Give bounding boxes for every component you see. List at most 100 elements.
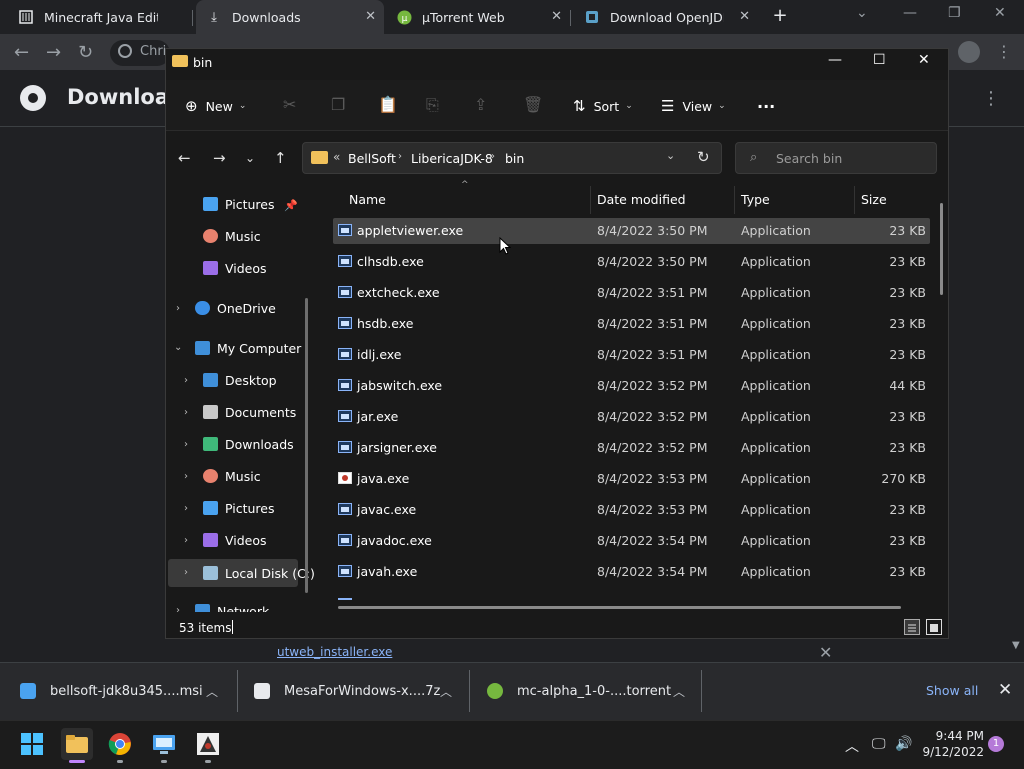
thumbnail-view-icon[interactable] bbox=[926, 619, 942, 635]
file-row[interactable]: javadoc.exe 8/4/2022 3:54 PM Application… bbox=[333, 528, 930, 554]
tab-openjdk[interactable]: Download OpenJDK bu ✕ bbox=[574, 0, 758, 34]
close-tab-icon[interactable]: ✕ bbox=[551, 9, 562, 24]
view-button[interactable]: ☰ View ⌄ bbox=[661, 97, 726, 115]
close-window-icon[interactable]: ✕ bbox=[994, 5, 1006, 21]
column-size[interactable]: Size bbox=[861, 192, 887, 207]
taskbar-file-explorer[interactable] bbox=[61, 728, 93, 760]
file-row[interactable]: jarsigner.exe 8/4/2022 3:52 PM Applicati… bbox=[333, 435, 930, 461]
expand-chevron-icon[interactable]: › bbox=[184, 535, 188, 546]
column-date-modified[interactable]: Date modified bbox=[597, 192, 686, 207]
clock[interactable]: 9:44 PM 9/12/2022 bbox=[920, 728, 984, 760]
nav-item-documents[interactable]: Documents bbox=[203, 399, 296, 425]
nav-item-local-disk[interactable]: Local Disk (C:) bbox=[203, 560, 315, 586]
refresh-icon[interactable]: ↻ bbox=[697, 148, 710, 166]
chevron-up-icon[interactable]: ︿ bbox=[440, 683, 452, 700]
horizontal-scrollbar[interactable] bbox=[338, 606, 901, 609]
collapse-chevron-icon[interactable]: ⌄ bbox=[174, 342, 182, 353]
file-row[interactable]: idlj.exe 8/4/2022 3:51 PM Application 23… bbox=[333, 342, 930, 368]
expand-chevron-icon[interactable]: › bbox=[184, 375, 188, 386]
file-row[interactable]: clhsdb.exe 8/4/2022 3:50 PM Application … bbox=[333, 249, 930, 275]
address-dropdown-icon[interactable]: ⌄ bbox=[666, 149, 675, 162]
menu-icon[interactable]: ⋮ bbox=[996, 42, 1012, 61]
breadcrumb-chevron-icon[interactable]: › bbox=[491, 151, 495, 162]
file-row[interactable]: extcheck.exe 8/4/2022 3:51 PM Applicatio… bbox=[333, 280, 930, 306]
file-row[interactable]: java.exe 8/4/2022 3:53 PM Application 27… bbox=[333, 466, 930, 492]
taskbar-chrome[interactable] bbox=[104, 728, 136, 760]
nav-item-pictures-quick[interactable]: Pictures bbox=[203, 191, 275, 217]
chevron-up-icon[interactable]: ︿ bbox=[206, 683, 218, 700]
expand-chevron-icon[interactable]: › bbox=[184, 503, 188, 514]
nav-item-videos-quick[interactable]: Videos bbox=[203, 255, 267, 281]
expand-chevron-icon[interactable]: › bbox=[184, 407, 188, 418]
nav-item-videos[interactable]: Videos bbox=[203, 527, 267, 553]
pin-icon[interactable]: 📌 bbox=[284, 199, 298, 212]
tab-minecraft[interactable]: Minecraft Java Edition ( bbox=[8, 0, 192, 34]
close-tab-icon[interactable]: ✕ bbox=[739, 9, 750, 24]
forward-icon[interactable]: → bbox=[213, 149, 226, 167]
expand-chevron-icon[interactable]: › bbox=[184, 567, 188, 578]
details-view-icon[interactable] bbox=[904, 619, 920, 635]
file-row[interactable]: javac.exe 8/4/2022 3:53 PM Application 2… bbox=[333, 497, 930, 523]
nav-item-downloads[interactable]: Downloads bbox=[203, 431, 294, 457]
close-tab-icon[interactable]: ✕ bbox=[365, 9, 376, 24]
page-menu-icon[interactable]: ⋮ bbox=[982, 88, 1000, 109]
breadcrumb-libericajdk[interactable]: LibericaJDK-8 bbox=[411, 151, 493, 166]
expand-chevron-icon[interactable]: › bbox=[184, 471, 188, 482]
shelf-item-bellsoft[interactable]: bellsoft-jdk8u345....msi ︿ bbox=[20, 662, 225, 720]
column-divider[interactable] bbox=[590, 186, 591, 214]
sort-button[interactable]: ⇅ Sort ⌄ bbox=[573, 97, 633, 115]
volume-icon[interactable]: 🔊 bbox=[895, 736, 912, 752]
network-icon[interactable]: 🖵 bbox=[872, 736, 886, 752]
back-icon[interactable]: ← bbox=[14, 42, 29, 63]
minimize-icon[interactable]: — bbox=[828, 52, 842, 68]
file-row[interactable]: javah.exe 8/4/2022 3:54 PM Application 2… bbox=[333, 559, 930, 585]
expand-chevron-icon[interactable]: › bbox=[176, 303, 180, 314]
show-hidden-icons-icon[interactable]: ︿ bbox=[845, 736, 859, 756]
new-tab-button[interactable]: + bbox=[768, 4, 792, 28]
breadcrumb-bellsoft[interactable]: BellSoft bbox=[348, 151, 396, 166]
file-row[interactable]: jabswitch.exe 8/4/2022 3:52 PM Applicati… bbox=[333, 373, 930, 399]
breadcrumb-bin[interactable]: bin bbox=[505, 151, 524, 166]
column-type[interactable]: Type bbox=[741, 192, 770, 207]
expand-chevron-icon[interactable]: › bbox=[184, 439, 188, 450]
nav-item-desktop[interactable]: Desktop bbox=[203, 367, 277, 393]
column-name[interactable]: Name bbox=[349, 192, 386, 207]
cut-icon[interactable]: ✂ bbox=[283, 95, 296, 114]
nav-item-network[interactable]: Network bbox=[195, 598, 269, 612]
nav-item-pictures[interactable]: Pictures bbox=[203, 495, 275, 521]
start-button[interactable] bbox=[16, 728, 48, 760]
shelf-item-mesa[interactable]: MesaForWindows-x....7z ︿ bbox=[254, 662, 459, 720]
nav-item-onedrive[interactable]: OneDrive bbox=[195, 295, 276, 321]
delete-icon[interactable]: 🗑 bbox=[523, 95, 543, 114]
shelf-item-mc-alpha[interactable]: mc-alpha_1-0-....torrent ︿ bbox=[487, 662, 692, 720]
expand-chevron-icon[interactable]: › bbox=[176, 605, 180, 612]
scroll-down-icon[interactable]: ▼ bbox=[1012, 640, 1020, 651]
file-row[interactable]: hsdb.exe 8/4/2022 3:51 PM Application 23… bbox=[333, 311, 930, 337]
back-icon[interactable]: ← bbox=[178, 149, 191, 167]
breadcrumb-overflow[interactable]: « bbox=[333, 150, 340, 164]
copy-icon[interactable]: ❐ bbox=[331, 95, 345, 114]
paste-icon[interactable]: 📋 bbox=[378, 95, 398, 114]
new-button[interactable]: ⊕ New ⌄ bbox=[185, 97, 246, 115]
profile-avatar[interactable] bbox=[958, 41, 980, 63]
recent-locations-icon[interactable]: ⌄ bbox=[245, 151, 255, 165]
taskbar-control-panel[interactable] bbox=[148, 728, 180, 760]
minimize-icon[interactable]: — bbox=[903, 5, 917, 21]
close-shelf-icon[interactable]: ✕ bbox=[998, 680, 1012, 700]
close-icon[interactable]: ✕ bbox=[918, 52, 930, 68]
taskbar-game-app[interactable] bbox=[192, 728, 224, 760]
chevron-up-icon[interactable]: ︿ bbox=[673, 683, 685, 700]
breadcrumb-chevron-icon[interactable]: › bbox=[398, 151, 402, 162]
restore-icon[interactable]: ❐ bbox=[948, 5, 961, 21]
tab-downloads[interactable]: ⤓ Downloads ✕ bbox=[196, 0, 384, 34]
more-options-button[interactable]: ... bbox=[757, 93, 775, 112]
tab-search-icon[interactable]: ⌄ bbox=[856, 5, 868, 21]
share-icon[interactable]: ⇪ bbox=[474, 95, 487, 114]
nav-scrollbar[interactable] bbox=[305, 298, 308, 593]
column-divider[interactable] bbox=[734, 186, 735, 214]
file-row[interactable]: jar.exe 8/4/2022 3:52 PM Application 23 … bbox=[333, 404, 930, 430]
column-divider[interactable] bbox=[854, 186, 855, 214]
tab-utorrent[interactable]: µ µTorrent Web ✕ bbox=[386, 0, 570, 34]
nav-item-music-quick[interactable]: Music bbox=[203, 223, 261, 249]
maximize-icon[interactable]: ☐ bbox=[873, 52, 886, 68]
